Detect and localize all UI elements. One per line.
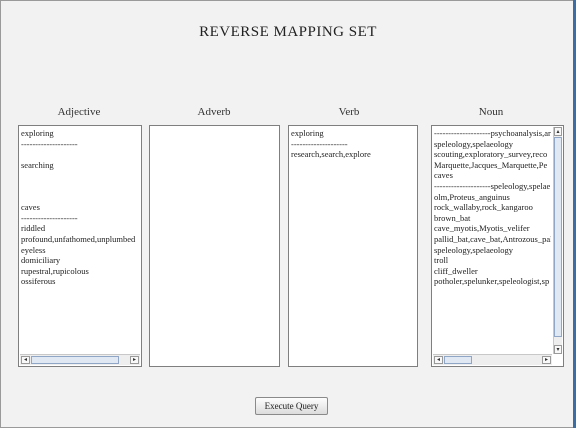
scroll-right-icon[interactable]: ▸ (542, 356, 551, 364)
list-item[interactable]: -------------------- (21, 139, 139, 150)
noun-label: Noun (478, 106, 504, 118)
list-item[interactable]: troll (434, 255, 551, 266)
list-item[interactable]: pallid_bat,cave_bat,Antrozous_pal (434, 234, 551, 245)
adverb-list[interactable] (149, 125, 280, 367)
adverb-label: Adverb (197, 106, 231, 118)
adjective-hscrollbar[interactable]: ◂ ▸ (20, 354, 140, 365)
noun-vscrollbar[interactable]: ▴ ▾ (553, 127, 562, 354)
list-item[interactable]: caves (434, 170, 551, 181)
scroll-left-icon[interactable]: ◂ (434, 356, 443, 364)
noun-hscroll-thumb[interactable] (444, 356, 472, 364)
adjective-list[interactable]: exploring -------------------- searching ca… (18, 125, 142, 367)
list-item[interactable] (21, 149, 139, 160)
list-item[interactable]: domiciliary (21, 255, 139, 266)
list-item[interactable]: -------------------- (291, 139, 415, 150)
list-item[interactable]: --------------------speleology,spelae (434, 181, 551, 192)
list-item[interactable]: riddled (21, 223, 139, 234)
list-item[interactable] (21, 181, 139, 192)
verb-list[interactable]: exploring -------------------- research,se… (288, 125, 418, 367)
list-item[interactable]: Marquette,Jacques_Marquette,Pe (434, 160, 551, 171)
list-item[interactable]: olm,Proteus_anguinus (434, 192, 551, 203)
list-item[interactable]: profound,unfathomed,unplumbed (21, 234, 139, 245)
noun-list[interactable]: --------------------psychoanalysis,ar spe… (431, 125, 564, 367)
list-item[interactable]: exploring (21, 128, 139, 139)
scroll-right-icon[interactable]: ▸ (130, 356, 139, 364)
adjective-lines: exploring -------------------- searching ca… (21, 128, 139, 287)
list-item[interactable] (21, 170, 139, 181)
scroll-down-icon[interactable]: ▾ (554, 345, 562, 354)
list-item[interactable]: cliff_dweller (434, 266, 551, 277)
list-item[interactable]: potholer,spelunker,speleologist,sp (434, 276, 551, 287)
list-item[interactable]: brown_bat (434, 213, 551, 224)
adjective-label: Adjective (57, 106, 101, 118)
list-item[interactable]: eyeless (21, 245, 139, 256)
list-item[interactable]: research,search,explore (291, 149, 415, 160)
list-item[interactable]: searching (21, 160, 139, 171)
list-item[interactable] (21, 192, 139, 203)
noun-vscroll-thumb[interactable] (554, 137, 562, 337)
noun-lines: --------------------psychoanalysis,ar spe… (434, 128, 551, 287)
scroll-left-icon[interactable]: ◂ (21, 356, 30, 364)
verb-lines: exploring -------------------- research,se… (291, 128, 415, 160)
verb-label: Verb (338, 106, 360, 118)
list-item[interactable]: rupestral,rupicolous (21, 266, 139, 277)
list-item[interactable]: rock_wallaby,rock_kangaroo (434, 202, 551, 213)
execute-query-button[interactable]: Execute Query (255, 397, 328, 415)
list-item[interactable]: caves (21, 202, 139, 213)
scroll-up-icon[interactable]: ▴ (554, 127, 562, 136)
list-item[interactable]: cave_myotis,Myotis_velifer (434, 223, 551, 234)
list-item[interactable]: exploring (291, 128, 415, 139)
list-item[interactable]: -------------------- (21, 213, 139, 224)
list-item[interactable]: --------------------psychoanalysis,ar (434, 128, 551, 139)
list-item[interactable]: speleology,spelaeology (434, 139, 551, 150)
list-item[interactable]: speleology,spelaeology (434, 245, 551, 256)
list-item[interactable]: ossiferous (21, 276, 139, 287)
noun-hscrollbar[interactable]: ◂ ▸ (433, 354, 552, 365)
page-title: REVERSE MAPPING SET (199, 24, 377, 40)
list-item[interactable]: scouting,exploratory_survey,reco (434, 149, 551, 160)
adjective-hscroll-thumb[interactable] (31, 356, 119, 364)
